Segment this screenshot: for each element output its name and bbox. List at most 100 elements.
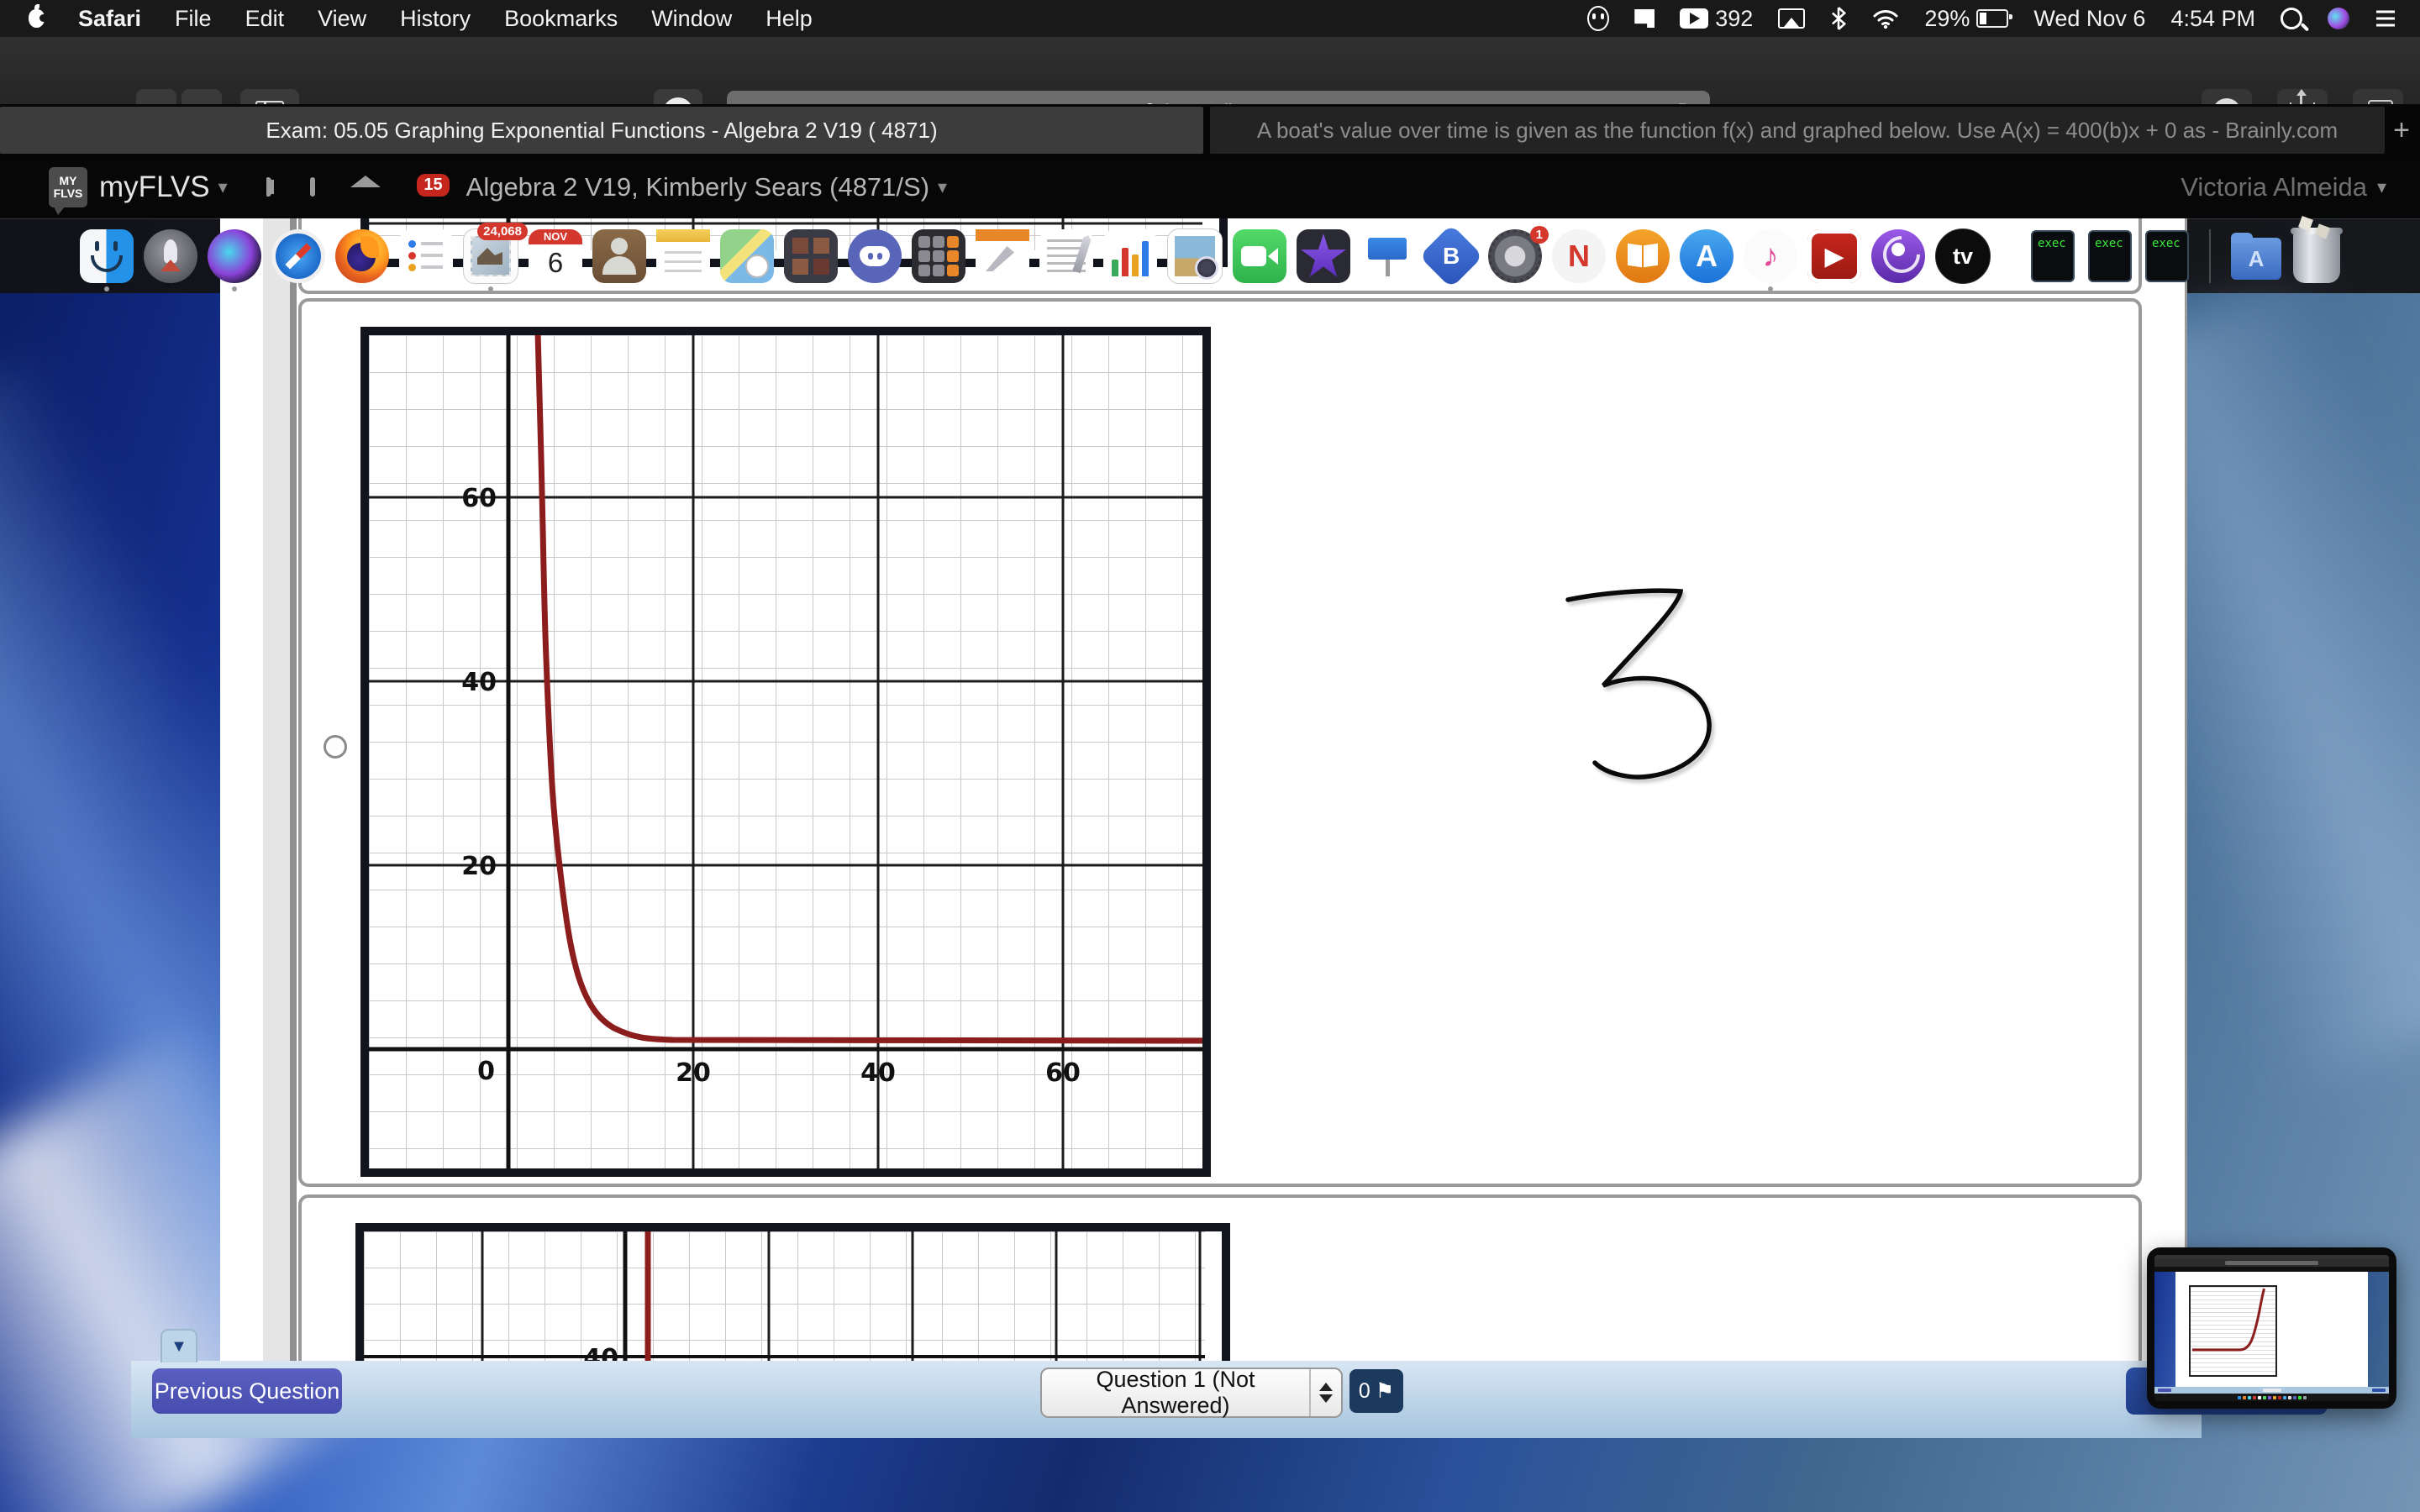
exam-content-area: 60 40 20 0 20 40 60 40: [220, 218, 2187, 1361]
question-selector[interactable]: Question 1 (Not Answered): [1040, 1367, 1343, 1418]
calendar-dock-icon[interactable]: NOV 6: [529, 229, 582, 283]
flag-icon: ⚑: [1375, 1379, 1395, 1403]
video-status-item[interactable]: 392: [1680, 6, 1753, 32]
flvs-logo[interactable]: MY FLVS: [49, 167, 87, 215]
menubar-date[interactable]: Wed Nov 6: [2033, 6, 2145, 32]
new-tab-button[interactable]: +: [2385, 104, 2418, 156]
notification-status-icon[interactable]: [1634, 9, 1655, 28]
menubar-time[interactable]: 4:54 PM: [2170, 6, 2255, 32]
question-stepper[interactable]: [1309, 1369, 1341, 1416]
discord-dock-icon[interactable]: [848, 229, 902, 283]
siri-dock-icon[interactable]: [208, 229, 261, 291]
applications-folder-dock-icon[interactable]: A: [2229, 229, 2283, 283]
launchpad-dock-icon[interactable]: [144, 229, 197, 283]
keynote-dock-icon[interactable]: [1360, 229, 1414, 283]
tab-brainly[interactable]: A boat's value over time is given as the…: [1210, 107, 2385, 154]
pages-dock-icon[interactable]: [976, 229, 1029, 283]
content-scroll-strip[interactable]: [263, 218, 290, 1361]
app-store-dock-icon[interactable]: A: [1680, 229, 1733, 283]
news-dock-icon[interactable]: N: [1552, 229, 1606, 283]
courses-button[interactable]: [266, 177, 271, 197]
brand-menu[interactable]: myFLVS: [99, 171, 210, 204]
course-caret-icon: ▾: [938, 176, 948, 197]
desktop-wallpaper: 60 40 20 0 20 40 60 40 ▼ Previous Questi…: [0, 218, 2420, 1512]
facetime-dock-icon[interactable]: [1233, 229, 1286, 283]
user-menu[interactable]: Victoria Almeida: [2181, 172, 2367, 202]
terminal-window-3-dock-icon[interactable]: exec: [2145, 230, 2189, 282]
tab-exam[interactable]: Exam: 05.05 Graphing Exponential Functio…: [0, 107, 1203, 154]
screen-mirror-preview[interactable]: [2147, 1247, 2396, 1409]
y-tick-40-option3: 40: [583, 1344, 618, 1361]
brand-caret-icon: ▾: [218, 176, 228, 197]
safari-toolbar: ‹ › G learn.flvs.net ↻ ↓: [0, 37, 2420, 136]
trash-dock-icon[interactable]: [2291, 228, 2343, 283]
status-app-icon[interactable]: [1587, 6, 1610, 31]
course-menu[interactable]: Algebra 2 V19, Kimberly Sears (4871/S): [466, 172, 929, 202]
stepper-up-icon: [1319, 1383, 1333, 1391]
reminders-dock-icon[interactable]: [399, 229, 453, 283]
itunes-dock-icon[interactable]: ♪: [1744, 229, 1797, 291]
bluetooth-icon[interactable]: [1830, 6, 1847, 31]
menu-edit[interactable]: Edit: [245, 6, 285, 32]
firefox-dock-icon[interactable]: [335, 229, 389, 283]
wifi-icon[interactable]: [1872, 8, 1899, 29]
origin-label: 0: [477, 1057, 495, 1086]
answer-option-3-card[interactable]: 40: [298, 1194, 2142, 1361]
imovie-dock-icon[interactable]: [1297, 229, 1350, 283]
content-scroll-strip-edge: [290, 218, 297, 1361]
system-preferences-dock-icon[interactable]: 1: [1488, 226, 1549, 283]
messages-badge: 15: [417, 174, 450, 197]
collapse-bar-button[interactable]: ▼: [160, 1329, 197, 1362]
menu-help[interactable]: Help: [765, 6, 813, 32]
spotlight-icon[interactable]: [2281, 8, 2302, 29]
airplay-icon[interactable]: [1778, 8, 1806, 29]
menu-history[interactable]: History: [400, 6, 471, 32]
question-nav-bar: ▼ Previous Question Question 1 (Not Answ…: [131, 1329, 2328, 1438]
safari-dock-icon[interactable]: [271, 229, 325, 283]
notes-dock-icon[interactable]: [656, 229, 710, 283]
video-count: 392: [1715, 5, 1754, 31]
podcasts-dock-icon[interactable]: [1871, 229, 1925, 283]
books-dock-icon[interactable]: [1616, 229, 1670, 283]
chevron-down-icon: ▼: [171, 1336, 187, 1356]
menu-window[interactable]: Window: [651, 6, 732, 32]
x-tick-40: 40: [860, 1058, 896, 1088]
maps-dock-icon[interactable]: [720, 229, 774, 283]
graph-option-3-plot: 40: [364, 1231, 1205, 1361]
user-caret-icon: ▾: [2376, 176, 2386, 197]
mail-badge: 24,068: [477, 223, 528, 240]
notification-center-icon[interactable]: [2375, 8, 2396, 29]
mirror-page: [2154, 1272, 2389, 1387]
mirror-question-bar: [2154, 1387, 2389, 1394]
inbox-tray-icon: [309, 177, 315, 197]
apple-tv-dock-icon[interactable]: tv: [1935, 228, 1991, 284]
siri-icon[interactable]: [2328, 8, 2349, 29]
photo-booth-dock-icon[interactable]: [784, 229, 838, 283]
answer-option-2-card[interactable]: 60 40 20 0 20 40 60: [298, 298, 2142, 1187]
flag-counter-button[interactable]: 0 ⚑: [1349, 1369, 1403, 1413]
mail-dock-icon[interactable]: 24,068: [463, 223, 528, 291]
contacts-dock-icon[interactable]: [592, 229, 646, 283]
menu-app-name[interactable]: Safari: [78, 6, 141, 32]
x-tick-60: 60: [1045, 1058, 1081, 1088]
graph-option-2: 60 40 20 0 20 40 60: [360, 327, 1211, 1177]
menu-view[interactable]: View: [318, 6, 366, 32]
calculator-dock-icon[interactable]: [912, 229, 965, 283]
terminal-window-2-dock-icon[interactable]: exec: [2088, 230, 2132, 282]
battery-status[interactable]: 29%: [1924, 6, 2013, 32]
numbers-dock-icon[interactable]: [1103, 229, 1157, 283]
textedit-dock-icon[interactable]: [1039, 229, 1093, 283]
apple-menu-icon[interactable]: [29, 4, 47, 28]
tab-bar: Exam: 05.05 Graphing Exponential Functio…: [0, 104, 2420, 156]
answer-option-2-radio[interactable]: [324, 735, 347, 759]
terminal-window-1-dock-icon[interactable]: exec: [2031, 230, 2075, 282]
y-tick-60: 60: [461, 484, 497, 513]
preview-dock-icon[interactable]: [1167, 228, 1223, 284]
y-tick-20: 20: [461, 852, 497, 881]
menu-file[interactable]: File: [175, 6, 212, 32]
video-player-dock-icon[interactable]: ▶: [1807, 229, 1861, 283]
finder-dock-icon[interactable]: [80, 229, 134, 291]
menu-bookmarks[interactable]: Bookmarks: [504, 6, 618, 32]
previous-question-button[interactable]: Previous Question: [152, 1368, 342, 1414]
inbox-button[interactable]: [309, 177, 315, 197]
